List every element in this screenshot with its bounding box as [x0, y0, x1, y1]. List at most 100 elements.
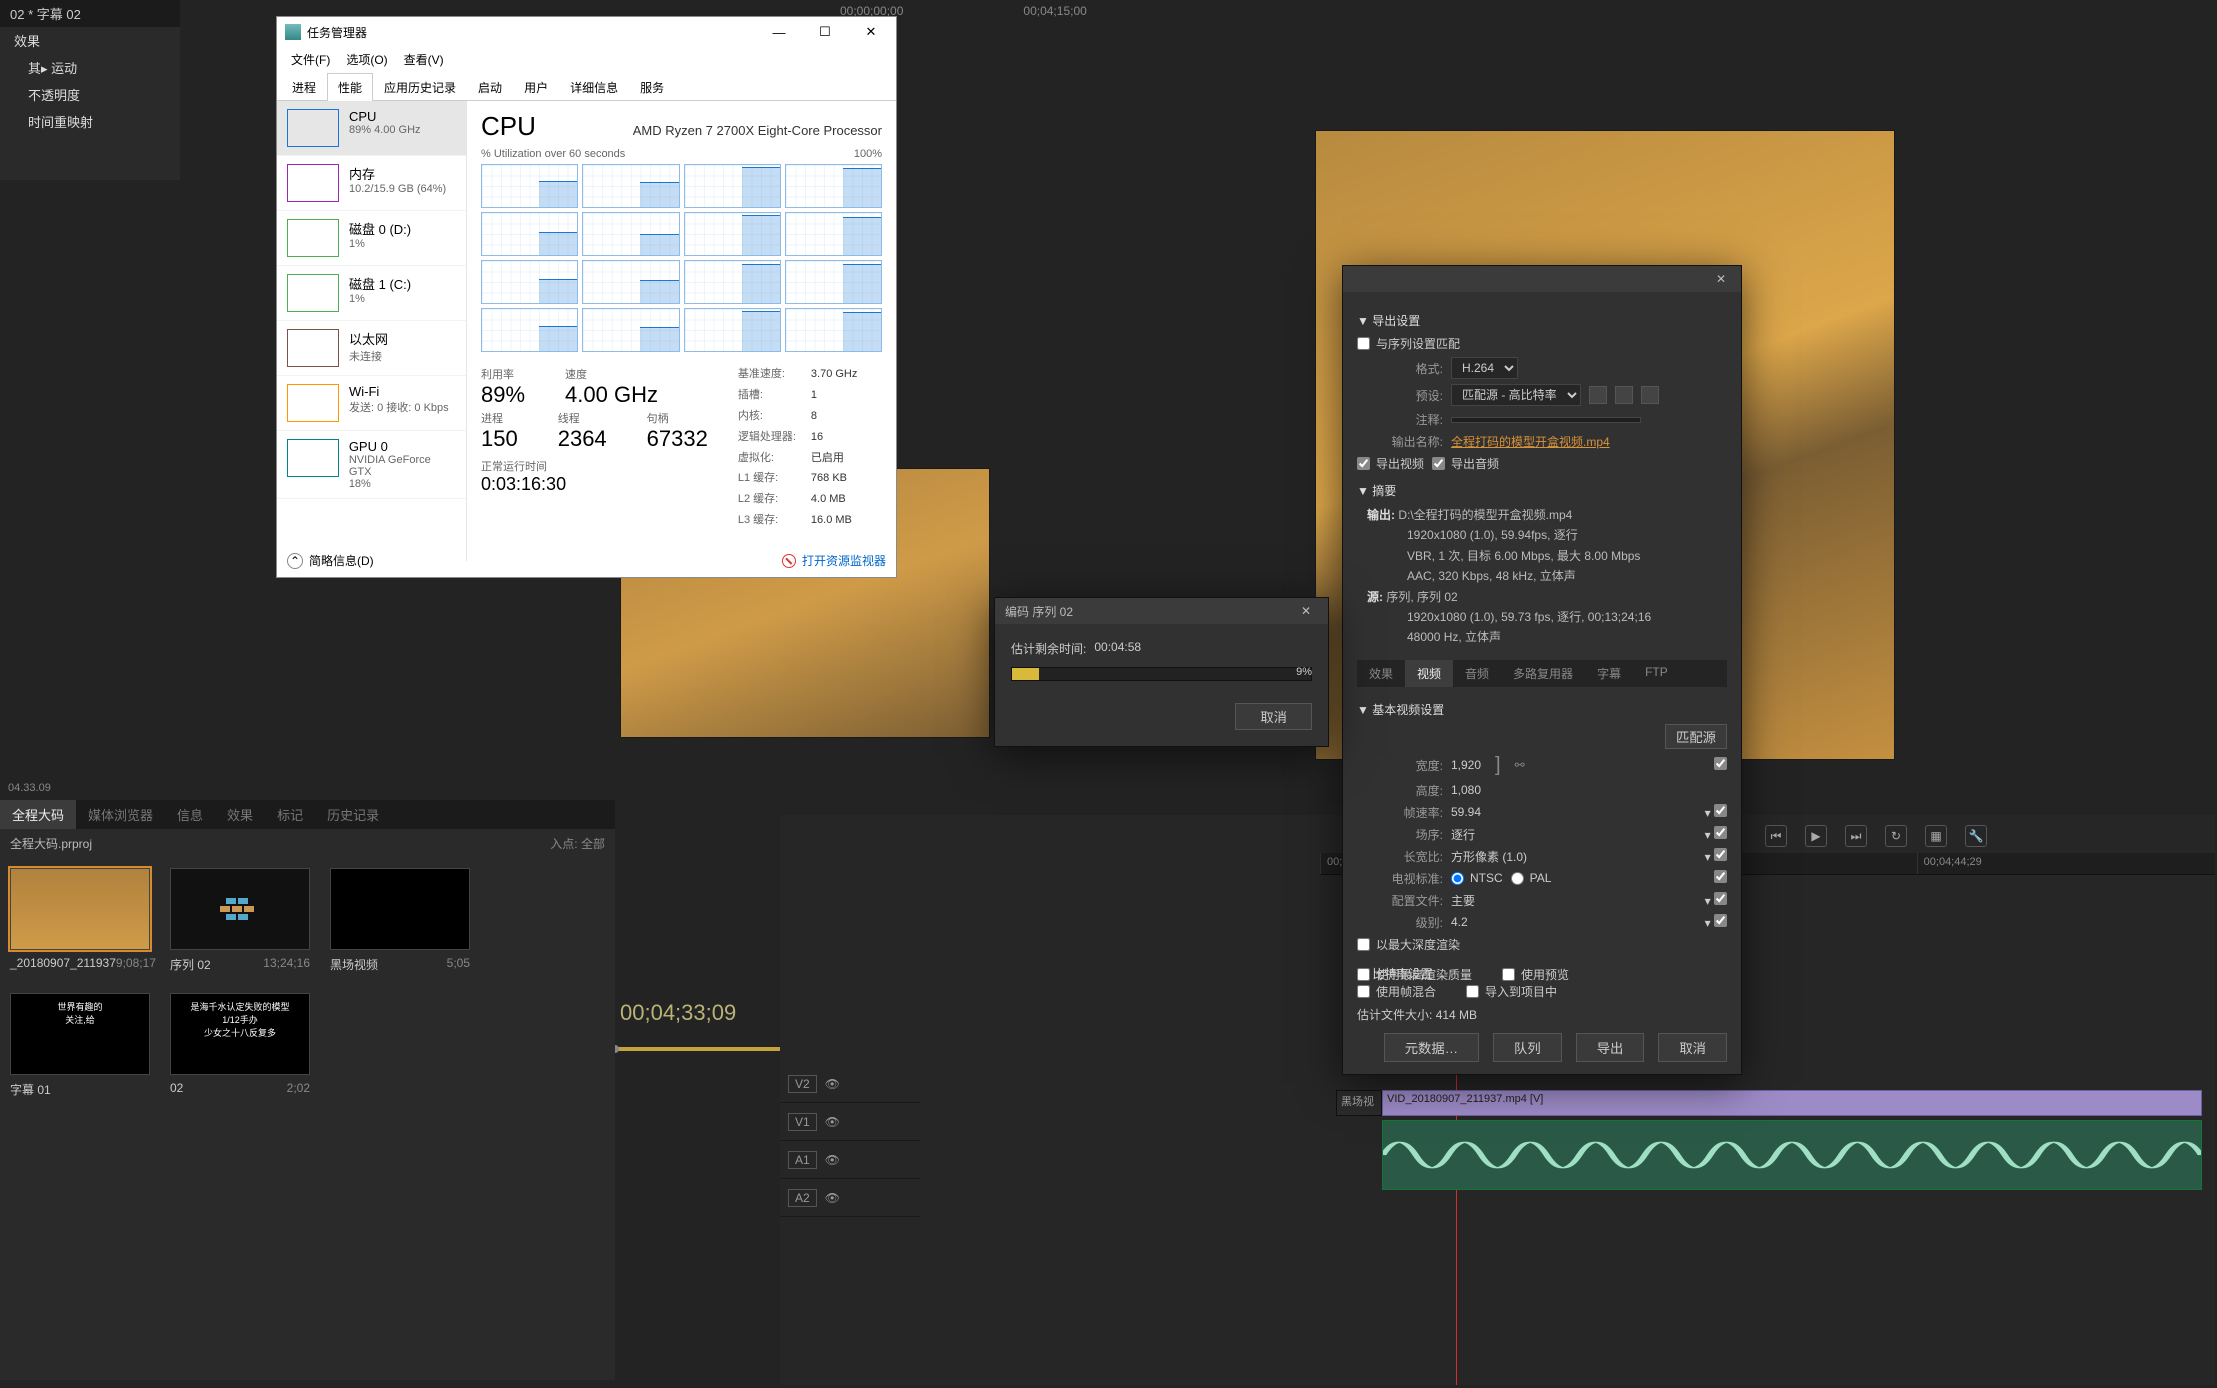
- aspect-value[interactable]: 方形像素 (1.0): [1451, 848, 1527, 865]
- clip-video[interactable]: VID_20180907_211937.mp4 [V]: [1382, 1090, 2202, 1116]
- perf-sidebar-item[interactable]: 内存10.2/15.9 GB (64%): [277, 156, 466, 211]
- bin-item[interactable]: 黑场视频5;05: [330, 868, 470, 973]
- tm-tab[interactable]: 启动: [467, 73, 513, 101]
- tm-tab[interactable]: 性能: [327, 73, 373, 101]
- safe-icon[interactable]: ▦: [1925, 825, 1947, 847]
- profile-value[interactable]: 主要: [1451, 892, 1475, 909]
- import-project-checkbox[interactable]: [1466, 985, 1479, 998]
- perf-sidebar-item[interactable]: 磁盘 0 (D:)1%: [277, 211, 466, 266]
- close-icon[interactable]: ✕: [1294, 604, 1318, 618]
- cancel-button[interactable]: 取消: [1235, 703, 1312, 730]
- dialog-titlebar[interactable]: 编码 序列 02 ✕: [995, 598, 1328, 624]
- project-tab[interactable]: 效果: [215, 800, 265, 829]
- match-check[interactable]: [1714, 870, 1727, 883]
- project-tab[interactable]: 信息: [165, 800, 215, 829]
- tm-tab[interactable]: 进程: [281, 73, 327, 101]
- width-value[interactable]: 1,920: [1451, 758, 1481, 772]
- project-tab[interactable]: 媒体浏览器: [76, 800, 165, 829]
- open-resource-monitor-link[interactable]: 打开资源监视器: [782, 552, 886, 569]
- track-header[interactable]: V2👁: [780, 1065, 920, 1103]
- export-subtab[interactable]: 音频: [1453, 660, 1501, 687]
- match-check[interactable]: [1714, 892, 1727, 905]
- tm-tab[interactable]: 应用历史记录: [373, 73, 467, 101]
- preset-select[interactable]: 匹配源 - 高比特率: [1451, 384, 1581, 406]
- fx-row[interactable]: 效果: [0, 27, 180, 54]
- fewer-details-button[interactable]: ⌃简略信息(D): [287, 552, 374, 569]
- export-subtab[interactable]: FTP: [1633, 660, 1680, 687]
- comment-field[interactable]: [1451, 417, 1641, 423]
- export-subtab[interactable]: 字幕: [1585, 660, 1633, 687]
- export-video-checkbox[interactable]: [1357, 457, 1370, 470]
- delete-preset-icon[interactable]: [1641, 386, 1659, 404]
- fx-row[interactable]: 不透明度: [0, 81, 180, 108]
- dialog-titlebar[interactable]: ✕: [1343, 266, 1741, 292]
- minimize-icon[interactable]: —: [756, 17, 802, 47]
- backward-icon[interactable]: ⏮: [1765, 825, 1787, 847]
- output-name-link[interactable]: 全程打码的模型开盒视频.mp4: [1451, 433, 1610, 450]
- fx-row[interactable]: 时间重映射: [0, 108, 180, 135]
- match-sequence-checkbox[interactable]: [1357, 337, 1370, 350]
- max-depth-checkbox[interactable]: [1357, 938, 1370, 951]
- tv-ntsc-radio[interactable]: [1451, 872, 1464, 885]
- loop-icon[interactable]: ↻: [1885, 825, 1907, 847]
- window-titlebar[interactable]: 任务管理器 — ☐ ✕: [277, 17, 896, 47]
- tm-tab[interactable]: 用户: [513, 73, 559, 101]
- match-check[interactable]: [1714, 826, 1727, 839]
- tm-tab[interactable]: 服务: [629, 73, 675, 101]
- export-button[interactable]: 导出: [1576, 1033, 1645, 1062]
- in-value[interactable]: 全部: [581, 837, 605, 851]
- level-value[interactable]: 4.2: [1451, 915, 1468, 929]
- fx-row[interactable]: 其▸ 运动: [0, 54, 180, 81]
- bin-item[interactable]: 序列 0213;24;16: [170, 868, 310, 973]
- fps-value[interactable]: 59.94: [1451, 805, 1481, 819]
- perf-sidebar-item[interactable]: 磁盘 1 (C:)1%: [277, 266, 466, 321]
- perf-sidebar-item[interactable]: 以太网未连接: [277, 321, 466, 376]
- effect-controls-tab[interactable]: 02 * 字幕 02: [0, 0, 180, 27]
- close-icon[interactable]: ✕: [848, 17, 894, 47]
- wrench-icon[interactable]: 🔧: [1965, 825, 1987, 847]
- match-check[interactable]: [1714, 757, 1727, 770]
- frame-blend-checkbox[interactable]: [1357, 985, 1370, 998]
- forward-icon[interactable]: ⏭: [1845, 825, 1867, 847]
- import-preset-icon[interactable]: [1615, 386, 1633, 404]
- height-value[interactable]: 1,080: [1451, 783, 1481, 797]
- link-icon[interactable]: ]: [1489, 754, 1507, 777]
- track-header[interactable]: A2👁: [780, 1179, 920, 1217]
- bin-item[interactable]: _20180907_2119379;08;17: [10, 868, 150, 973]
- match-check[interactable]: [1714, 804, 1727, 817]
- match-source-button[interactable]: 匹配源: [1665, 724, 1727, 749]
- match-check[interactable]: [1714, 848, 1727, 861]
- cpu-core-grid[interactable]: [481, 164, 882, 352]
- use-preview-checkbox[interactable]: [1502, 968, 1515, 981]
- close-icon[interactable]: ✕: [1709, 272, 1733, 286]
- format-select[interactable]: H.264: [1451, 357, 1518, 379]
- match-check[interactable]: [1714, 914, 1727, 927]
- clip-black[interactable]: 黑场视: [1336, 1090, 1382, 1116]
- menu-item[interactable]: 选项(O): [340, 49, 393, 70]
- track-header[interactable]: V1👁: [780, 1103, 920, 1141]
- bin-item[interactable]: 世界有趣的 关注,给字幕 01: [10, 993, 150, 1098]
- export-subtab[interactable]: 效果: [1357, 660, 1405, 687]
- export-subtab[interactable]: 多路复用器: [1501, 660, 1585, 687]
- max-quality-checkbox[interactable]: [1357, 968, 1370, 981]
- tv-pal-radio[interactable]: [1511, 872, 1524, 885]
- menu-item[interactable]: 文件(F): [285, 49, 336, 70]
- project-tab[interactable]: 全程大码: [0, 800, 76, 829]
- field-value[interactable]: 逐行: [1451, 826, 1475, 843]
- play-icon[interactable]: ▶: [1805, 825, 1827, 847]
- project-tab[interactable]: 历史记录: [315, 800, 391, 829]
- maximize-icon[interactable]: ☐: [802, 17, 848, 47]
- menu-item[interactable]: 查看(V): [398, 49, 450, 70]
- project-tab[interactable]: 标记: [265, 800, 315, 829]
- tm-tab[interactable]: 详细信息: [559, 73, 629, 101]
- cancel-button[interactable]: 取消: [1658, 1033, 1727, 1062]
- perf-sidebar-item[interactable]: GPU 0NVIDIA GeForce GTX18%: [277, 431, 466, 499]
- clip-audio[interactable]: [1382, 1120, 2202, 1190]
- metadata-button[interactable]: 元数据…: [1384, 1033, 1479, 1062]
- perf-sidebar-item[interactable]: Wi-Fi发送: 0 接收: 0 Kbps: [277, 376, 466, 431]
- save-preset-icon[interactable]: [1589, 386, 1607, 404]
- queue-button[interactable]: 队列: [1493, 1033, 1562, 1062]
- bin-item[interactable]: 是海千水认定失败的模型 1/12手办 少女之十八反复多022;02: [170, 993, 310, 1098]
- export-audio-checkbox[interactable]: [1432, 457, 1445, 470]
- perf-sidebar-item[interactable]: CPU89% 4.00 GHz: [277, 101, 466, 156]
